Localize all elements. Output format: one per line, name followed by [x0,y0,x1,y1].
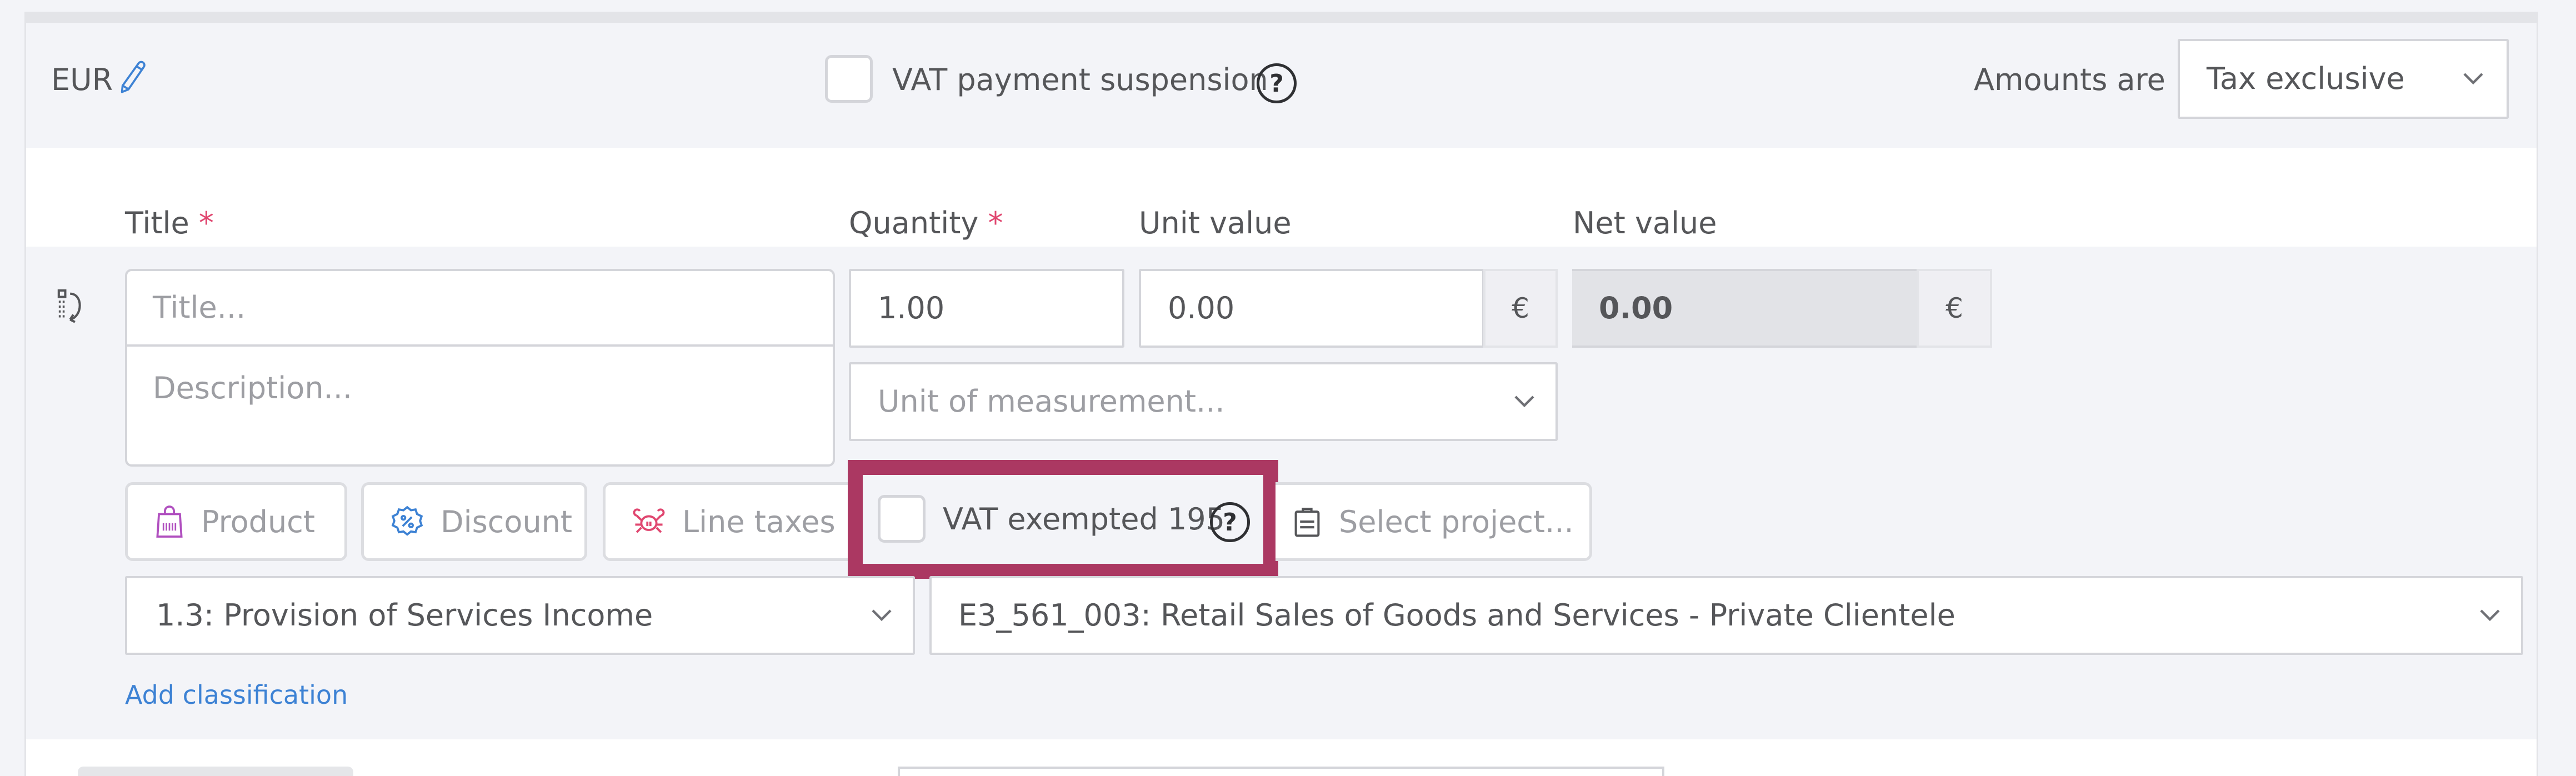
unit-value-value: 0.00 [1168,291,1235,326]
quantity-value: 1.00 [878,291,945,326]
euro-symbol: € [1512,292,1529,324]
next-row-input-partial[interactable] [898,767,1664,776]
discount-button-label: Discount [441,504,573,539]
required-marker: * [988,206,1003,241]
net-value-value: 0.00 [1599,291,1673,326]
unit-value-column-label: Unit value [1139,206,1292,241]
amounts-are-select[interactable]: Tax exclusive [2178,39,2509,119]
vat-payment-suspension-label: VAT payment suspension [892,62,1268,97]
unit-of-measurement-placeholder: Unit of measurement... [878,384,1225,419]
select-project-placeholder: Select project... [1339,504,1574,539]
net-value-currency-addon: € [1917,269,1992,348]
line-taxes-button-label: Line taxes [682,504,836,539]
product-button[interactable]: Product [125,482,347,561]
currency-label: EUR [51,62,113,97]
discount-badge-icon [391,505,424,538]
net-value-column-label: Net value [1573,206,1717,241]
chevron-down-icon [2480,609,2500,622]
vat-exempted-checkbox[interactable] [878,495,926,543]
unit-value-input[interactable]: 0.00 [1139,269,1484,348]
vat-exempted-label: VAT exempted 195 [943,502,1225,537]
drag-handle-icon[interactable] [56,289,91,327]
clipboard-icon [1292,506,1322,537]
classification-category-value: 1.3: Provision of Services Income [156,598,653,633]
next-row-button-partial[interactable] [78,767,353,776]
classification-type-select[interactable]: E3_561_003: Retail Sales of Goods and Se… [929,576,2523,655]
product-button-label: Product [201,504,316,539]
description-textarea[interactable]: Description... [127,349,833,464]
title-label-text: Title [125,206,189,241]
chevron-down-icon [1514,395,1534,408]
select-project-button[interactable]: Select project... [1276,482,1592,561]
title-input[interactable]: Title... [127,271,833,347]
unit-value-currency-addon: € [1483,269,1558,348]
classification-type-value: E3_561_003: Retail Sales of Goods and Se… [958,598,1955,633]
pencil-icon[interactable] [117,60,148,96]
quantity-input[interactable]: 1.00 [849,269,1124,348]
title-column-label: Title * [125,208,214,238]
amounts-are-value: Tax exclusive [2207,61,2405,96]
vat-payment-suspension-checkbox[interactable] [825,55,873,103]
classification-category-select[interactable]: 1.3: Provision of Services Income [125,576,915,655]
required-marker: * [198,206,214,241]
shopping-bag-icon [154,505,184,538]
amounts-are-label: Amounts are [1974,62,2165,97]
chevron-down-icon [872,609,892,622]
unit-of-measurement-select[interactable]: Unit of measurement... [849,362,1558,441]
help-circle-icon[interactable]: ? [1210,502,1250,542]
discount-button[interactable]: Discount [361,482,587,561]
crab-icon [632,505,666,538]
quantity-label-text: Quantity [849,206,979,241]
description-placeholder: Description... [153,371,353,405]
euro-symbol: € [1945,292,1963,324]
quantity-column-label: Quantity * [849,208,1003,238]
title-placeholder: Title... [153,290,246,325]
line-taxes-button[interactable]: Line taxes [603,482,881,561]
chevron-down-icon [2463,73,2483,85]
net-value-field: 0.00 [1572,269,1918,348]
add-classification-link[interactable]: Add classification [125,682,348,708]
help-circle-icon[interactable]: ? [1257,63,1297,103]
